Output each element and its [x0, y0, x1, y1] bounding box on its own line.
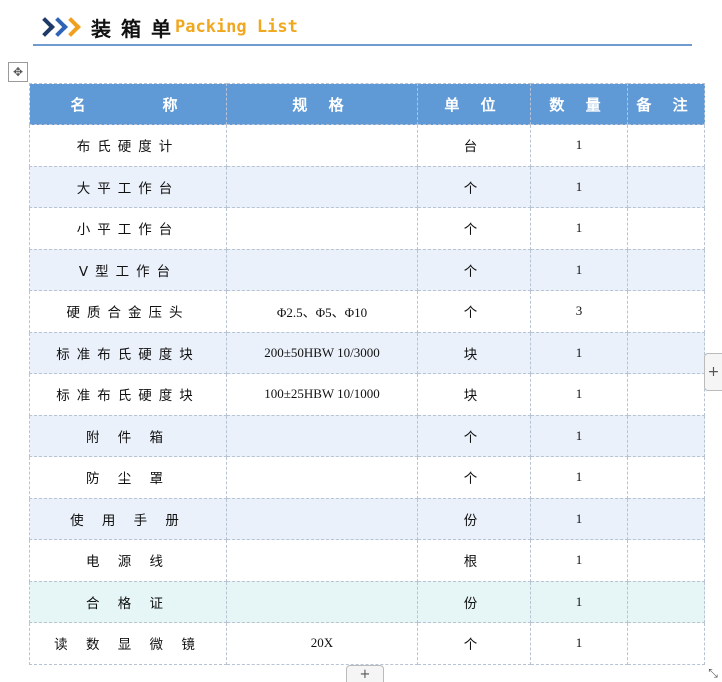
remarks-cell[interactable]	[627, 622, 705, 665]
packing-list-table: 名 称 规 格 单 位 数 量 备 注 布氏硬度计台 1 大平工作台个 1 小平工作台个…	[29, 83, 705, 665]
table-row: 合 格 证 份1	[29, 580, 705, 623]
item-name-cell[interactable]: 读 数 显 微 镜	[29, 622, 227, 665]
unit-cell[interactable]: 块	[417, 373, 531, 416]
table-row: V型工作台 个 1	[29, 248, 705, 291]
table-row: 标准布氏硬度块 200±50HBW 10/3000 块 1	[29, 331, 705, 374]
unit-cell[interactable]: 块	[417, 331, 531, 374]
table-row: 硬质合金压头 Φ2.5、Φ5、Φ10 个 3	[29, 290, 705, 333]
unit-cell[interactable]: 个	[417, 456, 531, 499]
remarks-cell[interactable]	[627, 539, 705, 582]
remarks-cell[interactable]	[627, 124, 705, 167]
item-name-cell[interactable]: 附 件 箱	[29, 414, 227, 457]
specification-cell[interactable]	[226, 580, 418, 623]
specification-cell[interactable]	[226, 248, 418, 291]
table-row: 小平工作台 个 1	[29, 207, 705, 250]
table-row: 布氏硬度计 台 1	[29, 124, 705, 167]
table-row: 防 尘 罩 个1	[29, 456, 705, 499]
specification-cell[interactable]: 200±50HBW 10/3000	[226, 331, 418, 374]
item-name-cell[interactable]: 小平工作台	[29, 207, 227, 250]
unit-cell[interactable]: 个	[417, 248, 531, 291]
unit-cell[interactable]: 个	[417, 622, 531, 665]
quantity-cell[interactable]: 1	[530, 414, 628, 457]
remarks-cell[interactable]	[627, 331, 705, 374]
quantity-cell[interactable]: 1	[530, 622, 628, 665]
remarks-cell[interactable]	[627, 414, 705, 457]
remarks-cell[interactable]	[627, 373, 705, 416]
table-row: 附 件 箱 个1	[29, 414, 705, 457]
table-row: 标准布氏硬度块 100±25HBW 10/1000 块 1	[29, 373, 705, 416]
item-name-cell[interactable]: 使 用 手 册	[29, 497, 227, 540]
quantity-cell[interactable]: 1	[530, 580, 628, 623]
specification-cell[interactable]	[226, 414, 418, 457]
chevron-arrows-icon	[35, 17, 81, 37]
move-arrows-icon: ✥	[12, 65, 24, 79]
item-name-cell[interactable]: 电 源 线	[29, 539, 227, 582]
unit-cell[interactable]: 台	[417, 124, 531, 167]
title-underline	[33, 44, 692, 46]
quantity-cell[interactable]: 1	[530, 497, 628, 540]
specification-cell[interactable]	[226, 539, 418, 582]
quantity-cell[interactable]: 1	[530, 373, 628, 416]
specification-cell[interactable]	[226, 207, 418, 250]
document-title: 装箱单 Packing List	[35, 12, 298, 42]
specification-cell[interactable]	[226, 456, 418, 499]
quantity-cell[interactable]: 1	[530, 539, 628, 582]
item-name-cell[interactable]: 硬质合金压头	[29, 290, 227, 333]
table-header-row: 名 称 规 格 单 位 数 量 备 注	[29, 83, 705, 125]
quantity-cell[interactable]: 1	[530, 248, 628, 291]
item-name-cell[interactable]: V型工作台	[29, 248, 227, 291]
column-header-unit: 单 位	[417, 83, 531, 125]
item-name-cell[interactable]: 大平工作台	[29, 165, 227, 208]
item-name-cell[interactable]: 标准布氏硬度块	[29, 373, 227, 416]
column-header-spec: 规 格	[226, 83, 418, 125]
column-header-remarks: 备 注	[627, 83, 705, 125]
item-name-cell[interactable]: 布氏硬度计	[29, 124, 227, 167]
specification-cell[interactable]: Φ2.5、Φ5、Φ10	[226, 290, 418, 333]
item-name-cell[interactable]: 合 格 证	[29, 580, 227, 623]
item-name-cell[interactable]: 标准布氏硬度块	[29, 331, 227, 374]
quantity-cell[interactable]: 3	[530, 290, 628, 333]
remarks-cell[interactable]	[627, 580, 705, 623]
remarks-cell[interactable]	[627, 456, 705, 499]
title-chinese: 装箱单	[91, 16, 181, 41]
quantity-cell[interactable]: 1	[530, 331, 628, 374]
unit-cell[interactable]: 个	[417, 165, 531, 208]
column-header-quantity: 数 量	[530, 83, 628, 125]
unit-cell[interactable]: 份	[417, 580, 531, 623]
item-name-cell[interactable]: 防 尘 罩	[29, 456, 227, 499]
table-row: 读 数 显 微 镜 20X 个 1	[29, 622, 705, 665]
plus-icon: +	[359, 666, 371, 682]
unit-cell[interactable]: 个	[417, 207, 531, 250]
specification-cell[interactable]: 100±25HBW 10/1000	[226, 373, 418, 416]
specification-cell[interactable]	[226, 165, 418, 208]
specification-cell[interactable]	[226, 497, 418, 540]
table-row: 大平工作台 个 1	[29, 165, 705, 208]
quantity-cell[interactable]: 1	[530, 456, 628, 499]
remarks-cell[interactable]	[627, 207, 705, 250]
remarks-cell[interactable]	[627, 497, 705, 540]
column-header-name: 名 称	[29, 83, 227, 125]
specification-cell[interactable]	[226, 124, 418, 167]
remarks-cell[interactable]	[627, 165, 705, 208]
unit-cell[interactable]: 根	[417, 539, 531, 582]
specification-cell[interactable]: 20X	[226, 622, 418, 665]
quantity-cell[interactable]: 1	[530, 165, 628, 208]
add-column-button[interactable]: +	[704, 353, 722, 391]
table-row: 使 用 手 册 份1	[29, 497, 705, 540]
plus-icon: +	[707, 364, 720, 380]
add-row-button[interactable]: +	[346, 665, 384, 682]
quantity-cell[interactable]: 1	[530, 207, 628, 250]
resize-table-handle[interactable]: ⤡	[706, 666, 720, 680]
remarks-cell[interactable]	[627, 248, 705, 291]
unit-cell[interactable]: 个	[417, 414, 531, 457]
unit-cell[interactable]: 份	[417, 497, 531, 540]
move-table-handle[interactable]: ✥	[8, 62, 28, 82]
table-row: 电 源 线 根1	[29, 539, 705, 582]
unit-cell[interactable]: 个	[417, 290, 531, 333]
remarks-cell[interactable]	[627, 290, 705, 333]
resize-diagonal-icon: ⤡	[708, 665, 718, 680]
title-english: Packing List	[175, 17, 298, 37]
quantity-cell[interactable]: 1	[530, 124, 628, 167]
